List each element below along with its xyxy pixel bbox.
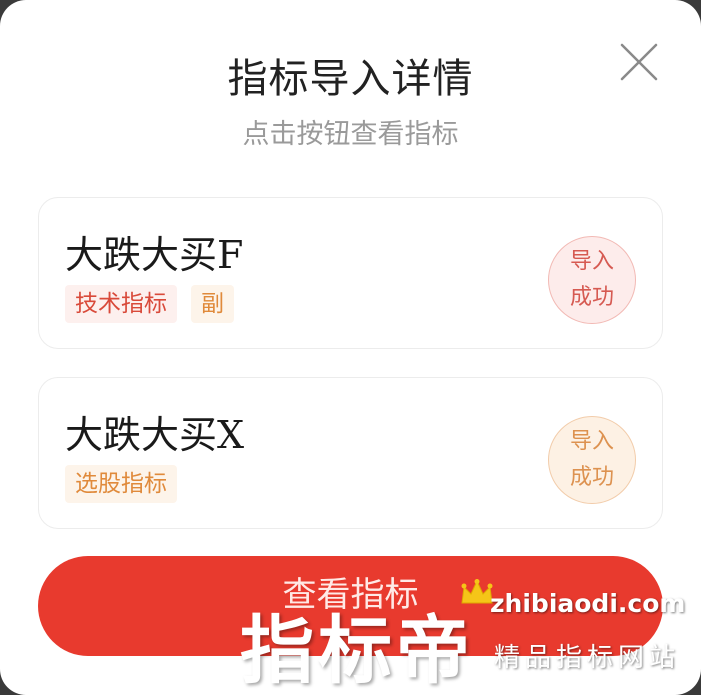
indicator-card[interactable]: 大跌大买X 选股指标 导入 成功 bbox=[38, 377, 663, 529]
stamp-line-1: 导入 bbox=[569, 429, 614, 454]
import-success-stamp: 导入 成功 bbox=[548, 416, 636, 504]
dialog-title: 指标导入详情 bbox=[227, 56, 474, 102]
indicator-name: 大跌大买F bbox=[65, 233, 244, 277]
stamp-line-1: 导入 bbox=[569, 249, 614, 274]
dialog-subtitle: 点击按钮查看指标 bbox=[242, 119, 459, 150]
indicator-tags: 选股指标 bbox=[65, 465, 177, 503]
tag-indicator-position: 副 bbox=[191, 285, 234, 323]
close-icon[interactable] bbox=[619, 42, 659, 82]
indicator-tags: 技术指标 副 bbox=[65, 285, 234, 323]
indicator-name: 大跌大买X bbox=[65, 413, 245, 457]
indicator-card[interactable]: 大跌大买F 技术指标 副 导入 成功 bbox=[38, 197, 663, 349]
view-indicators-button[interactable]: 查看指标 bbox=[38, 556, 663, 656]
tag-indicator-type: 技术指标 bbox=[65, 285, 177, 323]
stamp-line-2: 成功 bbox=[569, 465, 614, 490]
stamp-line-2: 成功 bbox=[569, 285, 614, 310]
tag-indicator-type: 选股指标 bbox=[65, 465, 177, 503]
import-details-dialog: 指标导入详情 点击按钮查看指标 大跌大买F 技术指标 副 导入 成功 大跌大买X… bbox=[0, 0, 701, 695]
import-success-stamp: 导入 成功 bbox=[548, 236, 636, 324]
